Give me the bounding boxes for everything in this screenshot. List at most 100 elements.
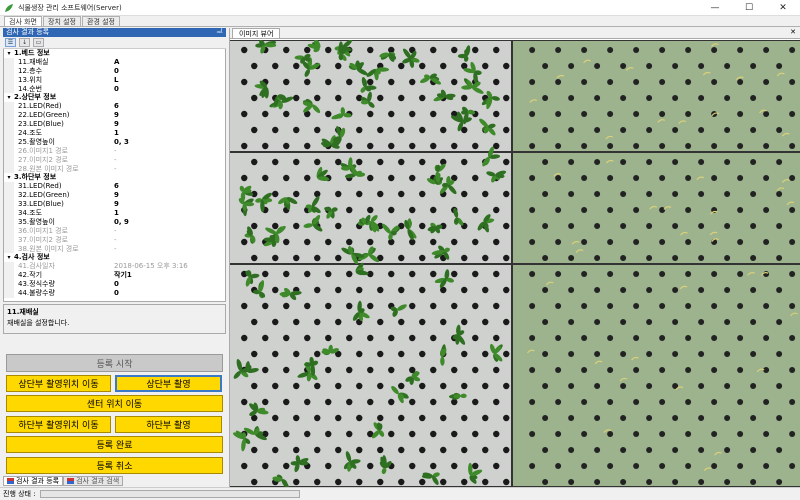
tray-hole (659, 79, 666, 85)
maximize-button[interactable]: ☐ (732, 0, 766, 16)
close-button[interactable]: ✕ (766, 0, 800, 16)
property-category[interactable]: ▾ 3.하단부 정보 (4, 173, 225, 182)
property-value[interactable]: 0 (111, 289, 225, 298)
register-start-button[interactable]: 등록 시작 (6, 354, 223, 372)
property-value[interactable]: - (111, 165, 225, 174)
property-value[interactable]: 9 (111, 191, 225, 200)
property-value[interactable]: 9 (111, 111, 225, 120)
property-row[interactable]: 31.LED(Red) 6 (4, 182, 225, 192)
property-value[interactable]: L (111, 76, 225, 85)
property-value[interactable]: 6 (111, 102, 225, 111)
property-value[interactable]: 작기1 (111, 271, 225, 280)
property-value[interactable]: 0 (111, 67, 225, 76)
property-row[interactable]: 13.위치 L (4, 75, 225, 85)
property-row[interactable]: 21.LED(Red) 6 (4, 102, 225, 112)
property-row[interactable]: 35.촬영높이 0, 9 (4, 217, 225, 227)
grid-icon (67, 478, 75, 484)
property-value[interactable]: A (111, 58, 225, 67)
register-done-button[interactable]: 등록 완료 (6, 436, 223, 453)
tray-hole (503, 446, 510, 454)
tray-hole (763, 271, 770, 277)
tray-hole (262, 302, 269, 310)
property-row[interactable]: 41.검사일자 2018-06-15 오후 3:16 (4, 262, 225, 272)
tray-hole (241, 334, 248, 342)
property-row[interactable]: 33.LED(Blue) 9 (4, 200, 225, 210)
property-value[interactable]: 0 (111, 85, 225, 94)
property-value[interactable]: 1 (111, 209, 225, 218)
tray-photo (230, 40, 800, 487)
image-canvas[interactable] (230, 40, 800, 487)
sort-alpha-icon[interactable]: ↓ (19, 38, 30, 47)
tab-register-results[interactable]: 검사 결과 등록 (3, 476, 64, 486)
center-move-button[interactable]: 센터 위치 이동 (6, 395, 223, 412)
register-cancel-button[interactable]: 등록 취소 (6, 457, 223, 474)
tray-hole (581, 207, 588, 213)
minimize-button[interactable]: — (698, 0, 732, 16)
tab-image-viewer[interactable]: 이미지 뷰어 (232, 28, 281, 38)
property-row[interactable]: 36.이미지1 경로 - (4, 226, 225, 236)
collapse-icon[interactable]: ▾ (4, 93, 14, 102)
property-value[interactable]: 2018-06-15 오후 3:16 (111, 262, 225, 271)
property-row[interactable]: 37.이미지2 경로 - (4, 235, 225, 245)
tray-hole (646, 447, 653, 453)
property-row[interactable]: 22.LED(Green) 9 (4, 111, 225, 121)
property-row[interactable]: 44.불량수량 0 (4, 289, 225, 298)
property-value[interactable]: - (111, 227, 225, 236)
property-pages-icon[interactable]: ▭ (33, 38, 44, 47)
tray-hole (241, 110, 248, 118)
viewer-close-icon[interactable]: ✕ (790, 28, 796, 36)
tray-hole (568, 255, 575, 261)
property-value[interactable]: 6 (111, 182, 225, 191)
upper-move-button[interactable]: 상단부 촬영위치 이동 (6, 375, 111, 392)
collapse-icon[interactable]: ▾ (4, 173, 14, 182)
collapse-icon[interactable]: ▾ (4, 253, 14, 262)
tray-hole (377, 158, 384, 166)
tray-hole (529, 463, 536, 469)
property-row[interactable]: 26.이미지1 경로 - (4, 146, 225, 156)
property-value[interactable]: 9 (111, 200, 225, 209)
property-value[interactable]: - (111, 245, 225, 254)
property-row[interactable]: 25.촬영높이 0, 3 (4, 137, 225, 147)
property-value[interactable]: 9 (111, 120, 225, 129)
property-row[interactable]: 11.재배실 A (4, 57, 225, 67)
tab-inspection[interactable]: 검사 화면 (4, 16, 42, 26)
property-value[interactable]: - (111, 147, 225, 156)
tab-environment-settings[interactable]: 환경 설정 (82, 16, 120, 26)
lower-move-button[interactable]: 하단부 촬영위치 이동 (6, 416, 111, 433)
property-value[interactable]: - (111, 156, 225, 165)
property-category[interactable]: ▾ 1.베드 정보 (4, 49, 225, 58)
property-value[interactable]: 0, 3 (111, 138, 225, 147)
tray-hole (293, 318, 300, 326)
tray-hole (493, 302, 500, 310)
tray-hole (377, 190, 384, 198)
categorized-icon[interactable]: ☰ (5, 38, 16, 47)
upper-capture-button[interactable]: 상단부 촬영 (115, 375, 222, 392)
property-row[interactable]: 32.LED(Green) 9 (4, 191, 225, 201)
tray-hole (724, 319, 731, 325)
property-row[interactable]: 12.층수 0 (4, 66, 225, 76)
property-value[interactable]: - (111, 236, 225, 245)
property-row[interactable]: 24.조도 1 (4, 129, 225, 138)
property-row[interactable]: 23.LED(Blue) 9 (4, 120, 225, 130)
tray-hole (646, 63, 653, 69)
property-row[interactable]: 43.정식수량 0 (4, 280, 225, 290)
pin-icon[interactable]: ᆗ (217, 28, 223, 37)
property-category[interactable]: ▾ 4.검사 정보 (4, 253, 225, 262)
lower-capture-button[interactable]: 하단부 촬영 (115, 416, 222, 433)
property-row[interactable]: 27.이미지2 경로 - (4, 155, 225, 165)
property-category[interactable]: ▾ 2.상단부 정보 (4, 93, 225, 102)
tray-hole (472, 334, 479, 342)
tray-hole (419, 446, 426, 454)
tray-hole (293, 446, 300, 454)
tray-hole (430, 462, 437, 470)
tray-hole (325, 110, 332, 118)
property-row[interactable]: 34.조도 1 (4, 209, 225, 218)
property-value[interactable]: 1 (111, 129, 225, 138)
property-value[interactable]: 0 (111, 280, 225, 289)
tab-search-results[interactable]: 검사 결과 검색 (63, 476, 124, 486)
property-row[interactable]: 42.작기 작기1 (4, 271, 225, 281)
property-value[interactable]: 0, 9 (111, 218, 225, 227)
collapse-icon[interactable]: ▾ (4, 49, 14, 58)
tab-search-results-label: 검사 결과 검색 (76, 477, 120, 485)
tab-device-settings[interactable]: 장치 설정 (43, 16, 81, 26)
